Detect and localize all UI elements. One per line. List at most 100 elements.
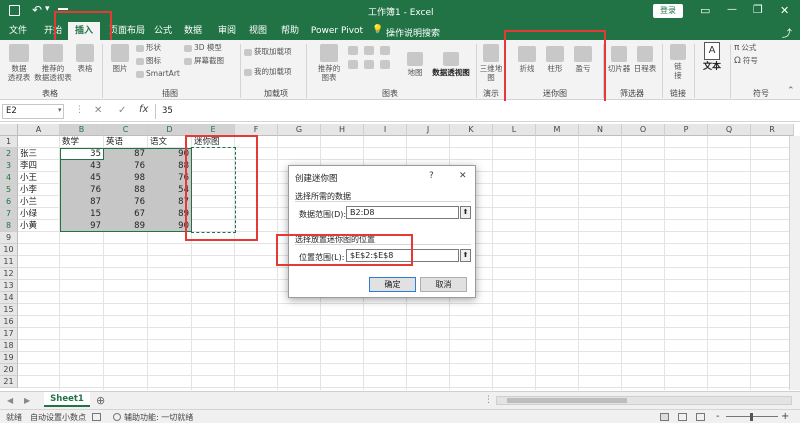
name-box-dropdown-icon[interactable]: ▾ (58, 106, 62, 114)
undo-icon[interactable]: ↶ (32, 3, 42, 17)
row-header[interactable]: 4 (0, 172, 18, 184)
data-cell[interactable]: 张三 (18, 148, 60, 160)
dialog-help-button[interactable]: ? (429, 171, 434, 181)
column-header[interactable]: N (579, 124, 622, 136)
tab-split-handle-icon[interactable]: ⋮ (484, 395, 493, 405)
accessibility-status[interactable]: 辅助功能: 一切就绪 (124, 412, 193, 423)
column-header[interactable]: P (665, 124, 708, 136)
select-all-button[interactable] (0, 124, 18, 136)
pivot-chart-button[interactable]: 数据透视图 (428, 52, 474, 77)
dialog-close-button[interactable]: ✕ (459, 171, 467, 181)
accessibility-icon[interactable] (113, 413, 121, 421)
name-box[interactable]: E2 (2, 104, 64, 119)
cancel-icon[interactable]: ✕ (94, 105, 102, 116)
column-header[interactable]: M (536, 124, 579, 136)
tab-formulas[interactable]: 公式 (150, 22, 176, 40)
tell-me-search[interactable]: 操作说明搜索 (386, 26, 440, 39)
row-header[interactable]: 10 (0, 244, 18, 256)
data-cell[interactable]: 小黄 (18, 220, 60, 232)
equation-button[interactable]: π 公式 (734, 43, 774, 53)
row-header[interactable]: 21 (0, 376, 18, 388)
link-button[interactable]: 链 接 (666, 44, 690, 80)
column-header[interactable]: J (407, 124, 450, 136)
column-header[interactable]: C (104, 124, 148, 136)
page-break-view-icon[interactable] (696, 413, 705, 421)
zoom-in-button[interactable]: + (781, 411, 789, 422)
collapse-ribbon-icon[interactable]: ⌃ (787, 86, 795, 96)
column-header[interactable]: I (364, 124, 407, 136)
header-cell[interactable]: 英语 (104, 136, 148, 148)
row-header[interactable]: 1 (0, 136, 18, 148)
share-icon[interactable]: ⤴ (782, 25, 792, 40)
data-cell[interactable]: 35 (60, 148, 104, 160)
shapes-button[interactable]: 形状 (136, 43, 178, 52)
row-header[interactable]: 14 (0, 292, 18, 304)
restore-button[interactable]: ❐ (753, 3, 763, 16)
data-cell[interactable]: 98 (104, 172, 148, 184)
normal-view-icon[interactable] (660, 413, 669, 421)
row-header[interactable]: 18 (0, 340, 18, 352)
tab-review[interactable]: 审阅 (214, 22, 240, 40)
enter-icon[interactable]: ✓ (118, 105, 126, 116)
row-header[interactable]: 9 (0, 232, 18, 244)
row-header[interactable]: 17 (0, 328, 18, 340)
prev-sheet-icon[interactable]: ◀ (7, 396, 13, 405)
macro-record-icon[interactable] (92, 413, 101, 421)
data-cell[interactable]: 小兰 (18, 196, 60, 208)
column-header[interactable]: H (321, 124, 364, 136)
data-cell[interactable]: 45 (60, 172, 104, 184)
maps-button[interactable]: 地图 (404, 52, 426, 77)
row-header[interactable]: 7 (0, 208, 18, 220)
data-cell[interactable]: 97 (60, 220, 104, 232)
data-cell[interactable]: 76 (60, 184, 104, 196)
login-button[interactable]: 登录 (653, 4, 683, 18)
horizontal-scrollbar[interactable] (496, 396, 792, 405)
data-cell[interactable]: 李四 (18, 160, 60, 172)
function-icon[interactable]: fx (139, 104, 148, 115)
tab-power-pivot[interactable]: Power Pivot (306, 22, 368, 40)
sheet-tab-sheet1[interactable]: Sheet1 (44, 392, 90, 407)
row-header[interactable]: 8 (0, 220, 18, 232)
minimize-button[interactable]: — (727, 4, 737, 15)
pictures-button[interactable]: 图片 (106, 44, 134, 73)
tab-help[interactable]: 帮助 (277, 22, 303, 40)
chart-types-gallery[interactable] (348, 46, 398, 76)
column-header[interactable]: B (60, 124, 104, 136)
data-cell[interactable]: 小王 (18, 172, 60, 184)
header-cell[interactable]: 数学 (60, 136, 104, 148)
row-header[interactable]: 20 (0, 364, 18, 376)
close-button[interactable]: ✕ (780, 4, 789, 17)
3d-map-button[interactable]: 三维地 图 (478, 44, 504, 82)
timeline-button[interactable]: 日程表 (632, 46, 658, 73)
zoom-slider-thumb[interactable] (750, 413, 753, 421)
ribbon-options-icon[interactable]: ▭ (700, 4, 710, 17)
icons-button[interactable]: 图标 (136, 56, 178, 65)
data-cell[interactable]: 67 (104, 208, 148, 220)
pivot-table-button[interactable]: 数据 透视表 (2, 44, 36, 82)
column-header[interactable]: G (278, 124, 321, 136)
data-cell[interactable]: 76 (104, 160, 148, 172)
new-sheet-icon[interactable]: ⊕ (96, 394, 105, 407)
column-header[interactable]: A (18, 124, 60, 136)
get-addins-button[interactable]: 获取加载项 (244, 47, 304, 56)
zoom-out-button[interactable]: - (716, 411, 720, 422)
page-layout-view-icon[interactable] (678, 413, 687, 421)
smartart-button[interactable]: SmartArt (136, 69, 186, 78)
screenshot-button[interactable]: 屏幕截图 (184, 56, 234, 65)
row-header[interactable]: 2 (0, 148, 18, 160)
cancel-button[interactable]: 取消 (420, 277, 467, 292)
vertical-scrollbar[interactable] (789, 136, 800, 390)
data-cell[interactable]: 87 (104, 148, 148, 160)
recommended-charts-button[interactable]: 推荐的 图表 (314, 44, 344, 82)
formula-input[interactable]: 35 (155, 104, 798, 119)
qat-dropdown-icon[interactable]: ▾ (45, 4, 50, 14)
tab-data[interactable]: 数据 (180, 22, 206, 40)
table-button[interactable]: 表格 (72, 44, 98, 73)
data-cell[interactable]: 87 (60, 196, 104, 208)
row-header[interactable]: 5 (0, 184, 18, 196)
data-cell[interactable]: 89 (104, 220, 148, 232)
row-header[interactable]: 13 (0, 280, 18, 292)
column-header[interactable]: O (622, 124, 665, 136)
row-header[interactable]: 16 (0, 316, 18, 328)
redo-icon[interactable] (58, 8, 68, 10)
